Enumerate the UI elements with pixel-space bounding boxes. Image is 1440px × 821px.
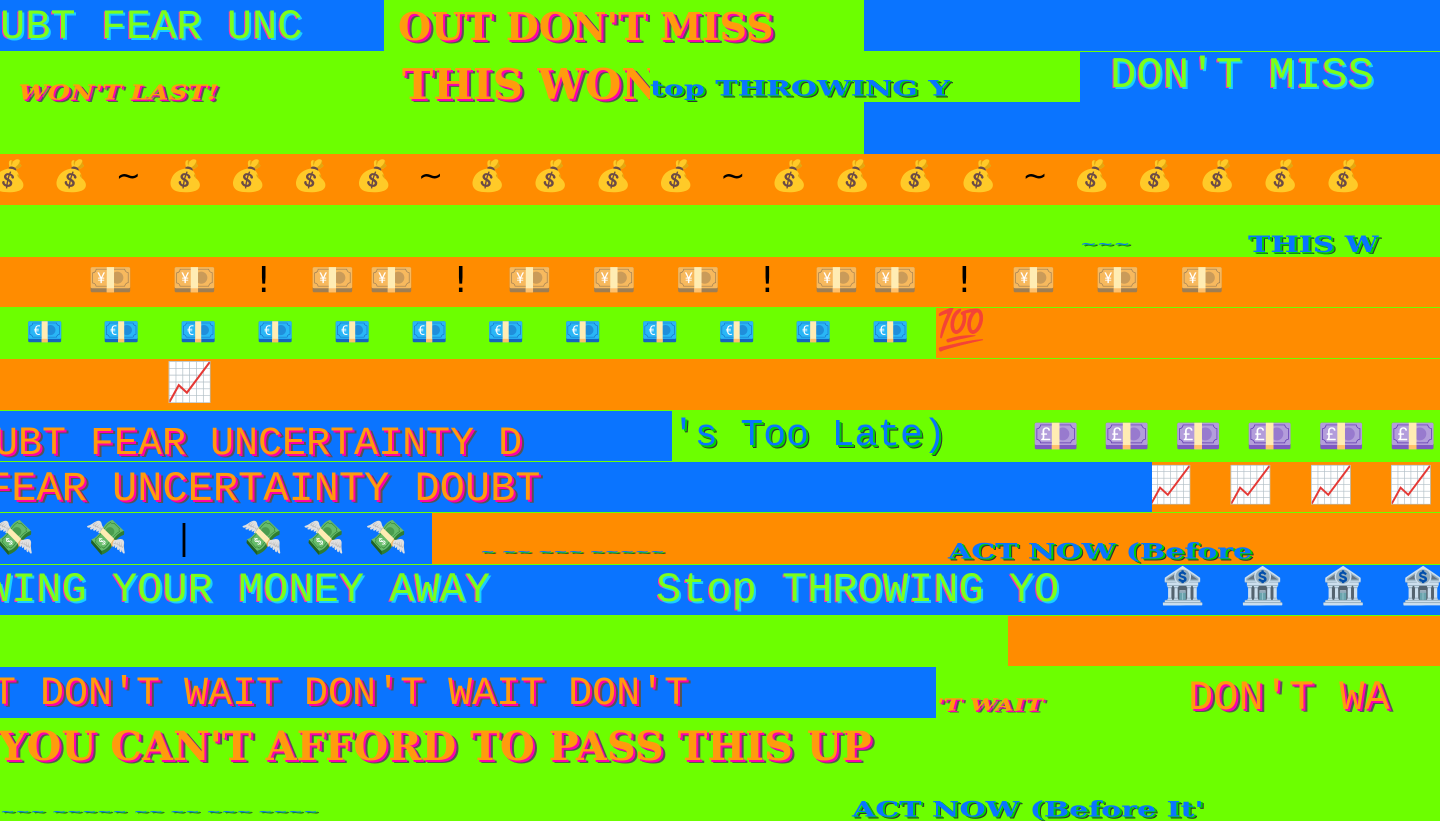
banner-strip-wont-last: WON'T LAST! 💸 <box>0 52 400 154</box>
money-bag-icons: 💰 💰 ~ 💰 💰 💰 💰 ~ 💰 💰 💰 💰 ~ 💰 💰 💰 💰 ~ 💰 💰 … <box>0 159 1371 194</box>
banner-strip-green-fill <box>650 102 864 154</box>
banner-strip-act-now: ~ ~~ ~~~ ~~~~~ ACT NOW (Before <box>432 513 1440 564</box>
banner-strip-euro: 💶 💶 💶 💶 💶 💶 💶 💶 💶 💶 💶 💶 💶 💶 💶 💶 <box>0 308 936 358</box>
glitch-banner-canvas: UBT FEAR UNC OUT DON'T MISS WON'T LAST! … <box>0 0 1440 821</box>
banner-strip-stop-throwing-y: top THROWING Y <box>650 52 1080 102</box>
banner-strip-dont-wait: T DON'T WAIT DON'T WAIT DON'T <box>0 667 936 718</box>
banner-strip-dont-miss-out: OUT DON'T MISS <box>384 0 864 51</box>
banner-strip-fud-wide: UBT FEAR UNCERTAINTY D <box>0 411 680 461</box>
chart-increasing-icon: 📈 <box>166 360 214 404</box>
banner-strip-this-won: THIS WON <box>400 52 650 154</box>
banner-text-stop-throwing: Stop THROWING YO <box>656 566 1060 614</box>
pound-banknote-icons: 💷 💷 💷 💷 💷 💷 💷 💷 <box>1032 414 1440 458</box>
banner-text-bottom-faint: ~~~ ~~~~~ ~~ ~~ ~~~ ~~~~ <box>0 807 318 817</box>
banner-strip-dont-miss: DON'T MISS <box>1080 52 1440 102</box>
banner-text-faint-small: ~~~ <box>1080 238 1131 250</box>
banner-text-afford: YOU CAN'T AFFORD TO PASS THIS UP <box>0 723 872 770</box>
banner-text-fud: UBT FEAR UNC <box>0 3 303 51</box>
banner-text-this-won: THIS WON <box>402 60 650 109</box>
banner-strip-too-late: 's Too Late) <box>672 411 1032 461</box>
banner-text-dont-miss: DON'T MISS <box>1110 52 1375 101</box>
banner-strip-fud-full: FEAR UNCERTAINTY DOUBT <box>0 462 1152 512</box>
banner-strip-afford: YOU CAN'T AFFORD TO PASS THIS UP <box>0 719 1440 770</box>
banner-text-wont-last: WON'T LAST! <box>14 81 222 105</box>
banner-text-this-w: THIS W <box>1248 231 1379 256</box>
banner-text-dont-wa: DON'T WA <box>1188 674 1390 718</box>
banner-text-act-now: ACT NOW (Before <box>948 539 1253 564</box>
banner-text-fud-wide: UBT FEAR UNCERTAINTY D <box>0 422 523 462</box>
banner-strip-bottom-act-now: ~~~ ~~~~~ ~~ ~~ ~~~ ~~~~ ACT NOW (Before… <box>0 771 1440 821</box>
banner-strip-blue-fill <box>864 102 1440 154</box>
banner-strip-pound: 💷 💷 💷 💷 💷 💷 💷 💷 <box>1032 411 1440 461</box>
banner-strip-this-w: ~~~ THIS W <box>0 206 1440 256</box>
banner-strip-chart-row: 📈 📈 📈 📈 📈 <box>1152 462 1440 512</box>
banner-text-dont-wait: T DON'T WAIT DON'T WAIT DON'T <box>0 672 689 717</box>
banner-strip-green-gap <box>0 616 1008 666</box>
bank-icons: 🏦 🏦 🏦 🏦 🏦 <box>1160 566 1440 607</box>
banner-strip-blank-top <box>864 0 1440 51</box>
yen-banknote-icons: 💴 💴 ! 💴💴 ! 💴 💴 💴 ! 💴💴 ! 💴 💴 💴 <box>88 260 1239 301</box>
banner-strip-flying-money: 💸 💸 | 💸💸💸 💸 💸 <box>0 513 432 564</box>
banner-text-act-now-faint: ~ ~~ ~~~ ~~~~~ <box>480 546 665 557</box>
banner-strip-orange-gap <box>1008 616 1440 666</box>
banner-strip-yen: 💴 💴 ! 💴💴 ! 💴 💴 💴 ! 💴💴 ! 💴 💴 💴 <box>0 257 1440 307</box>
banner-strip-money-bags: 💰 💰 ~ 💰 💰 💰 💰 ~ 💰 💰 💰 💰 ~ 💰 💰 💰 💰 ~ 💰 💰 … <box>0 154 1440 205</box>
banner-text-stop-throwing-y: top THROWING Y <box>650 76 950 101</box>
euro-banknote-icons: 💶 💶 💶 💶 💶 💶 💶 💶 💶 💶 💶 💶 💶 💶 💶 💶 <box>26 315 936 350</box>
banner-strip-chart: 📈 <box>0 359 1440 410</box>
chart-increasing-icons: 📈 📈 📈 📈 📈 <box>1152 465 1440 506</box>
banner-text-too-late: 's Too Late) <box>672 414 946 457</box>
banner-text-throwing-money: WING YOUR MONEY AWAY <box>0 566 491 614</box>
banner-text-dont-wait-small: 'T WAIT <box>936 694 1046 715</box>
banner-strip-throwing: WING YOUR MONEY AWAY Stop THROWING YO <box>0 565 1130 615</box>
banner-text-fud-full: FEAR UNCERTAINTY DOUBT <box>0 465 541 512</box>
banner-strip-bank: 🏦 🏦 🏦 🏦 🏦 <box>1130 565 1440 615</box>
banner-text-dont-miss-out: OUT DON'T MISS <box>398 4 774 49</box>
flying-money-icons: 💸 💸 | 💸💸💸 💸 💸 <box>0 518 432 558</box>
banner-strip-dont-wa: 'T WAIT DON'T WA <box>936 667 1440 718</box>
hundred-points-icon: 💯 <box>936 308 986 353</box>
banner-strip-hundred: 💯 <box>936 308 1440 358</box>
banner-strip-fud: UBT FEAR UNC <box>0 0 384 51</box>
banner-text-bottom-act-now: ACT NOW (Before It' <box>852 797 1204 821</box>
